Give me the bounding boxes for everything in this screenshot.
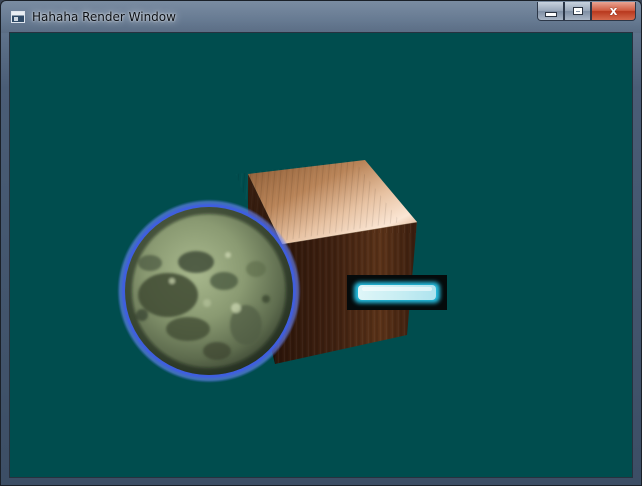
title-bar[interactable]: Hahaha Render Window x [1,1,641,33]
window-title: Hahaha Render Window [32,10,176,24]
close-button[interactable]: x [591,2,636,21]
caption-buttons: x [537,2,636,22]
glowing-panel [347,275,447,310]
minimize-button[interactable] [537,2,564,21]
minimize-icon [546,13,556,16]
app-window-icon [11,11,25,23]
render-viewport[interactable] [9,32,633,478]
close-icon: x [609,4,618,18]
maximize-icon [573,7,583,15]
moon-sphere [117,199,301,383]
maximize-button[interactable] [564,2,591,21]
scene-canvas [117,160,447,383]
render-window: Hahaha Render Window x [0,0,642,486]
